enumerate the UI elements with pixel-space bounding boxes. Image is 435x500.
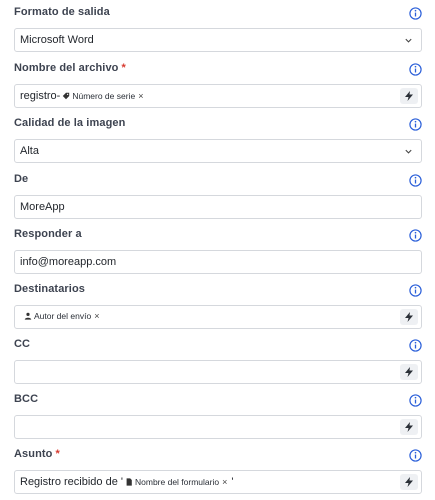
chevron-down-icon	[405, 149, 412, 154]
info-circle-icon[interactable]	[409, 229, 422, 242]
from-label: De	[14, 173, 29, 185]
insert-variable-button[interactable]	[400, 419, 418, 435]
recipients-input[interactable]: Autor del envío ×	[14, 305, 422, 329]
file-name-label: Nombre del archivo *	[14, 62, 126, 74]
info-circle-icon[interactable]	[409, 284, 422, 297]
insert-variable-button[interactable]	[400, 88, 418, 104]
cc-input[interactable]	[14, 360, 422, 384]
email-settings-form: Formato de salida Microsoft Word Nombre …	[0, 0, 435, 500]
file-name-input[interactable]: registro- Número de serie ×	[14, 84, 422, 108]
required-asterisk: *	[121, 62, 126, 74]
submitter-chip-label: Autor del envío	[34, 311, 92, 321]
document-icon	[126, 478, 132, 486]
field-reply-to: Responder a info@moreapp.com	[14, 228, 422, 274]
subject-suffix: '	[231, 476, 234, 488]
file-name-prefix: registro-	[20, 90, 61, 102]
from-input[interactable]: MoreApp	[14, 195, 422, 219]
info-circle-icon[interactable]	[409, 394, 422, 407]
remove-chip-button[interactable]: ×	[94, 311, 99, 321]
recipients-label: Destinatarios	[14, 283, 85, 295]
subject-label: Asunto *	[14, 448, 60, 460]
field-from: De MoreApp	[14, 173, 422, 219]
info-circle-icon[interactable]	[409, 7, 422, 20]
insert-variable-button[interactable]	[400, 474, 418, 490]
info-circle-icon[interactable]	[409, 118, 422, 131]
recipients-content: Autor del envío ×	[20, 311, 99, 321]
bcc-label: BCC	[14, 393, 39, 405]
lightning-bolt-icon	[405, 91, 413, 101]
submitter-chip: Autor del envío ×	[24, 311, 99, 321]
lightning-bolt-icon	[405, 367, 413, 377]
remove-chip-button[interactable]: ×	[138, 91, 143, 101]
lightning-bolt-icon	[405, 477, 413, 487]
form-name-chip: Nombre del formulario ×	[125, 477, 227, 487]
required-asterisk: *	[55, 448, 60, 460]
output-format-value: Microsoft Word	[20, 34, 94, 46]
file-name-content: registro- Número de serie ×	[20, 90, 143, 102]
output-format-label: Formato de salida	[14, 6, 110, 18]
field-image-quality: Calidad de la imagen Alta	[14, 117, 422, 163]
subject-content: Registro recibido de ' Nombre del formul…	[20, 476, 233, 488]
lightning-bolt-icon	[405, 422, 413, 432]
info-circle-icon[interactable]	[409, 174, 422, 187]
field-subject: Asunto * Registro recibido de ' Nombre de…	[14, 448, 422, 494]
field-cc: CC	[14, 338, 422, 384]
field-output-format: Formato de salida Microsoft Word	[14, 6, 422, 52]
from-value: MoreApp	[20, 201, 65, 213]
bcc-input[interactable]	[14, 415, 422, 439]
reply-to-value: info@moreapp.com	[20, 256, 117, 268]
output-format-select[interactable]: Microsoft Word	[14, 28, 422, 52]
subject-prefix: Registro recibido de '	[20, 476, 123, 488]
serial-number-chip-label: Número de serie	[72, 91, 136, 101]
info-circle-icon[interactable]	[409, 339, 422, 352]
cc-label: CC	[14, 338, 31, 350]
subject-input[interactable]: Registro recibido de ' Nombre del formul…	[14, 470, 422, 494]
info-circle-icon[interactable]	[409, 63, 422, 76]
chevron-down-icon	[405, 38, 412, 43]
remove-chip-button[interactable]: ×	[222, 477, 227, 487]
reply-to-label: Responder a	[14, 228, 82, 240]
field-bcc: BCC	[14, 393, 422, 439]
info-circle-icon[interactable]	[409, 449, 422, 462]
field-file-name: Nombre del archivo * registro- Número de …	[14, 62, 422, 108]
user-icon	[24, 312, 32, 320]
image-quality-value: Alta	[20, 145, 39, 157]
image-quality-select[interactable]: Alta	[14, 139, 422, 163]
field-recipients: Destinatarios Autor del envío ×	[14, 283, 422, 329]
serial-number-chip: Número de serie ×	[62, 91, 143, 101]
insert-variable-button[interactable]	[400, 309, 418, 325]
tag-icon	[63, 92, 70, 100]
image-quality-label: Calidad de la imagen	[14, 117, 126, 129]
form-name-chip-label: Nombre del formulario	[135, 477, 220, 487]
insert-variable-button[interactable]	[400, 364, 418, 380]
reply-to-input[interactable]: info@moreapp.com	[14, 250, 422, 274]
lightning-bolt-icon	[405, 312, 413, 322]
